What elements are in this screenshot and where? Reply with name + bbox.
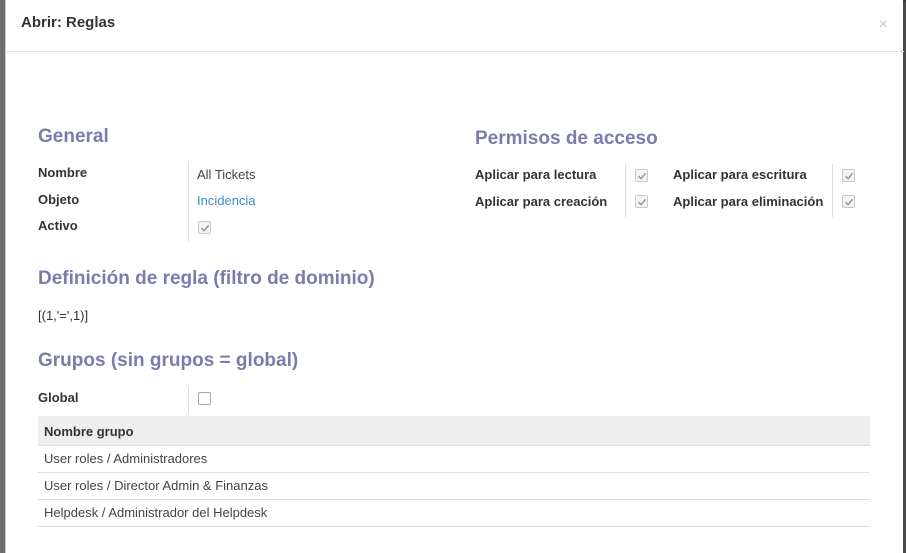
delete-checkbox[interactable] (842, 195, 855, 208)
write-label: Aplicar para escritura (673, 167, 807, 182)
group-name-cell: User roles / Director Admin & Finanzas (44, 478, 268, 493)
access-left-separator (625, 164, 626, 217)
read-label: Aplicar para lectura (475, 167, 597, 182)
active-checkbox[interactable] (198, 221, 211, 234)
read-checkbox[interactable] (635, 169, 648, 182)
object-label: Objeto (38, 192, 80, 207)
rule-dialog: Abrir: Reglas × General Nombre All Ticke… (5, 0, 904, 553)
write-checkbox[interactable] (842, 169, 855, 182)
group-name-cell: Helpdesk / Administrador del Helpdesk (44, 505, 268, 520)
general-field-separator (188, 162, 189, 242)
global-label: Global (38, 390, 79, 405)
access-right-separator (832, 164, 833, 217)
create-label: Aplicar para creación (475, 194, 608, 209)
checkmark-icon (637, 198, 647, 206)
checkmark-icon (637, 172, 647, 180)
column-header-group-name: Nombre grupo (44, 424, 134, 439)
general-section-title: General (38, 126, 109, 147)
table-row[interactable]: User roles / Director Admin & Finanzas (38, 473, 870, 500)
name-label: Nombre (38, 165, 88, 180)
checkmark-icon (844, 198, 854, 206)
table-row[interactable]: User roles / Administradores (38, 446, 870, 473)
groups-table: Nombre grupo User roles / Administradore… (38, 416, 870, 527)
rule-section-title: Definición de regla (filtro de dominio) (38, 268, 375, 289)
create-checkbox[interactable] (635, 195, 648, 208)
active-label: Activo (38, 218, 78, 233)
group-name-cell: User roles / Administradores (44, 451, 208, 466)
name-value: All Tickets (197, 167, 256, 182)
access-section-title: Permisos de acceso (475, 128, 658, 149)
table-row[interactable]: Helpdesk / Administrador del Helpdesk (38, 500, 870, 527)
object-link[interactable]: Incidencia (197, 193, 256, 208)
delete-label: Aplicar para eliminación (673, 194, 824, 209)
checkmark-icon (844, 172, 854, 180)
groups-section-title: Grupos (sin grupos = global) (38, 350, 299, 371)
dialog-header: Abrir: Reglas × (6, 0, 904, 52)
domain-filter-value[interactable]: [(1,'=',1)] (38, 308, 88, 323)
global-checkbox[interactable] (198, 392, 211, 405)
dialog-title: Abrir: Reglas (21, 14, 116, 31)
checkmark-icon (200, 224, 210, 232)
close-icon[interactable]: × (879, 15, 888, 35)
global-field-separator (188, 387, 189, 413)
groups-table-header[interactable]: Nombre grupo (38, 416, 870, 446)
